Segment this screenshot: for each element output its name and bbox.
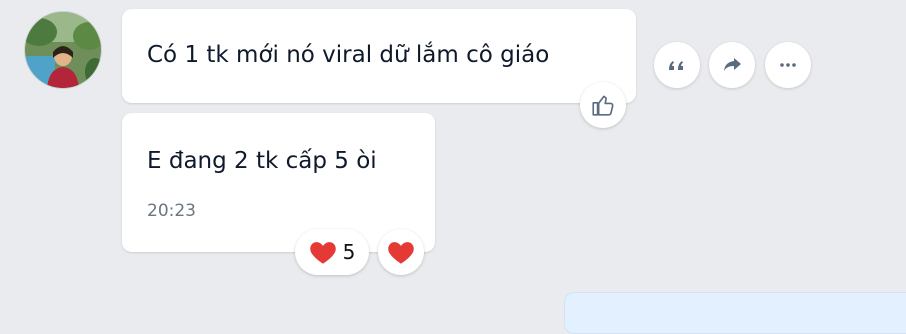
avatar[interactable]: [24, 11, 102, 89]
thumbs-up-icon: [592, 95, 614, 116]
outgoing-message-bubble[interactable]: [564, 292, 906, 334]
reaction-summary[interactable]: 5: [295, 229, 369, 275]
quote-button[interactable]: [654, 42, 700, 88]
message-text: Có 1 tk mới nó viral dữ lắm cô giáo: [147, 42, 550, 68]
quote-icon: [669, 61, 683, 70]
react-heart-button[interactable]: [378, 229, 424, 275]
message-bubble[interactable]: Có 1 tk mới nó viral dữ lắm cô giáo: [122, 9, 636, 103]
heart-icon: [388, 242, 414, 264]
message-text: E đang 2 tk cấp 5 òi: [147, 148, 377, 174]
more-icon: [780, 63, 796, 67]
share-icon: [724, 58, 741, 71]
share-button[interactable]: [709, 42, 755, 88]
message-bubble[interactable]: E đang 2 tk cấp 5 òi 20:23: [122, 113, 435, 252]
heart-icon: [309, 242, 336, 264]
like-button[interactable]: [580, 82, 626, 128]
avatar-photo: [25, 12, 101, 88]
reaction-count: 5: [342, 240, 356, 264]
more-button[interactable]: [765, 42, 811, 88]
message-time: 20:23: [147, 201, 196, 221]
